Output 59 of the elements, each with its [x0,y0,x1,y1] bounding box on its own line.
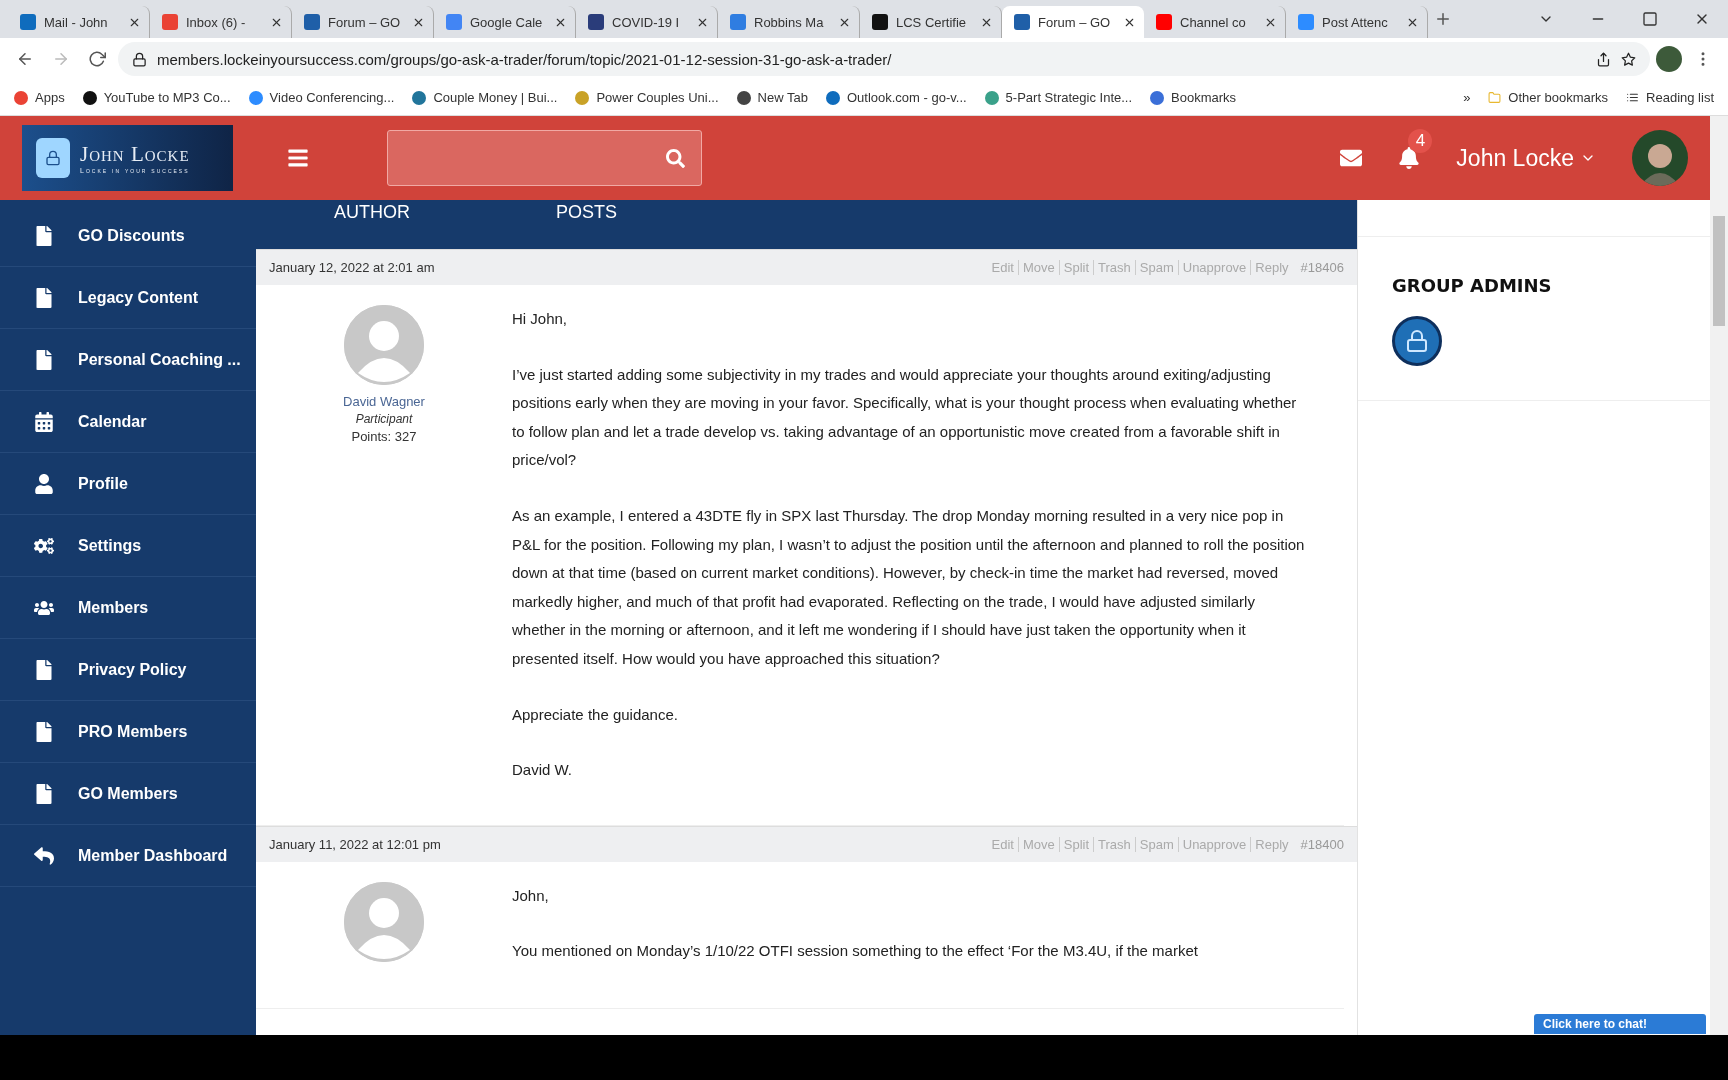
post-paragraph: I’ve just started adding some subjectivity in my trades and would appreciate your thoughts around exiting/adjusting positions early when they are moving in your favor. Specifically, what is your thought process when evaluating whether to follow plan and let a trade develop vs. taking advantage of an opportunistic move created from a favorable shift in price/vol? [512,364,1298,471]
bookmark-label: Other bookmarks [1508,90,1609,105]
padlock-icon [36,138,70,178]
sidebar-item[interactable]: GO Members [0,763,256,825]
sidebar-item[interactable]: Member Dashboard [0,825,256,887]
post-paragraph: Appreciate the guidance. [512,704,679,725]
bookmark-label: Apps [35,90,65,105]
bookmark-label: Reading list [1646,90,1714,105]
bookmark[interactable]: Apps [14,90,65,105]
avatar-placeholder-icon [344,881,424,962]
sidebar-item[interactable]: Profile [0,453,256,515]
profile-avatar[interactable] [1656,46,1682,72]
reading-list[interactable]: Reading list [1626,90,1714,105]
address-bar[interactable]: members.lockeinyoursuccess.com/groups/go-ask-a-trader/forum/topic/2021-01-12-session-31-go-ask-a-trader/ [118,42,1650,76]
post-date: January 12, 2022 at 2:01 am [269,260,435,275]
notification-count: 4 [1408,129,1433,153]
post-paragraph: John, [512,885,550,906]
list-icon [1626,91,1640,104]
column-header: POSTS [556,202,617,222]
search-field[interactable] [387,130,702,186]
sidebar-item[interactable]: Privacy Policy [0,639,256,701]
column-header: AUTHOR [334,202,410,222]
post-paragraph: Hi John, [512,309,569,329]
plus-icon[interactable] [1434,10,1452,28]
post-date: January 11, 2022 at 12:01 pm [269,836,441,852]
admin-avatar[interactable] [1392,316,1442,366]
bookmark-label: New Tab [757,90,808,105]
bookmark-folder[interactable]: Other bookmarks [1488,90,1609,105]
user-avatar[interactable] [1632,130,1688,186]
sidebar-item[interactable]: Settings [0,515,256,577]
sidebar-item[interactable]: Legacy Content [0,267,256,329]
bookmark[interactable]: Bookmarks [1150,90,1237,105]
folder-icon [1488,91,1502,104]
scrollbar-thumb[interactable] [1713,216,1725,326]
author-points: Points: 327 [351,429,417,444]
lock-icon [132,51,147,67]
sidebar-item[interactable]: Members [0,577,256,639]
author-role: Participant [355,412,413,426]
avatar-placeholder-icon [344,305,424,385]
sidebar-item[interactable]: PRO Members [0,701,256,763]
sidebar-item[interactable]: Calendar [0,391,256,453]
post-paragraph: As an example, I entered a 43DTE fly in SPX last Thursday. The drop Monday morning resulted in a very nice pop in P&L for the position. Following my plan, I wasn’t to adjust the position until the afternoon and planned to roll the position down at that time (based on current market conditions). However, by check-in time the market had reversed, moved markedly higher, and much of that profit had evaporated. Reflecting on the trade, I would have adjusted similarly whether in the morning or afternoon, and it left me wondering if I should have just taken the opportunity when it presented itself. How would you have approached this situation? [512,505,1306,669]
author-name[interactable]: David Wagner [343,394,425,409]
search-icon[interactable] [666,148,685,168]
star-icon[interactable] [1621,51,1636,67]
menu-icon[interactable] [287,147,309,169]
post-paragraph: You mentioned on Monday’s 1/10/22 OTFI session something to the effect ‘For the M3.4U, if the market [512,941,1199,962]
bookmark[interactable]: New Tab [736,90,808,105]
bookmark-label: Bookmarks [1171,90,1237,105]
browser-tab[interactable]: Forum – GO [1002,6,1144,38]
share-icon[interactable] [1596,51,1611,67]
widget-title: GROUP ADMINS [1392,275,1553,296]
user-menu[interactable]: John Locke [1456,144,1596,172]
mail-icon[interactable] [1340,147,1363,169]
chat-button[interactable]: Click here to chat! [1534,1014,1706,1034]
sidebar-item[interactable]: Personal Coaching ... [0,329,256,391]
notification-bell-icon[interactable] [1398,147,1421,169]
post-paragraph: David W. [512,760,573,781]
more-bookmarks[interactable]: » [1463,90,1471,105]
